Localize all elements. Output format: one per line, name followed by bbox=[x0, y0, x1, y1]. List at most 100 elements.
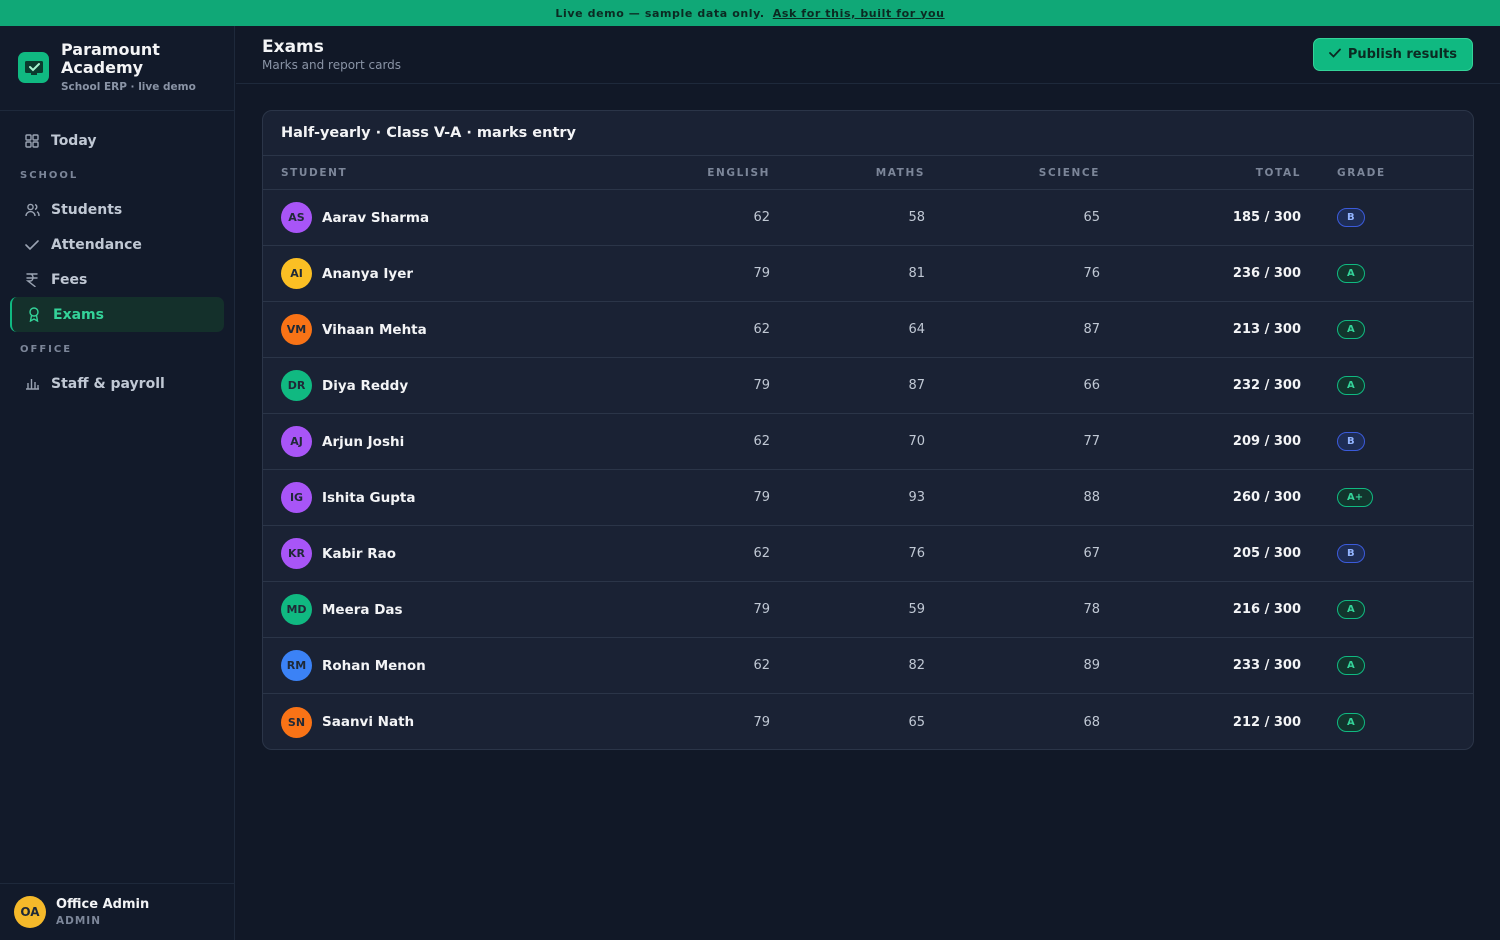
demo-banner: Live demo — sample data only. Ask for th… bbox=[0, 0, 1500, 26]
science-mark[interactable]: 68 bbox=[925, 715, 1100, 730]
student-name: Saanvi Nath bbox=[322, 714, 415, 730]
english-mark[interactable]: 62 bbox=[663, 546, 770, 561]
sidebar-item-label: Attendance bbox=[51, 236, 142, 253]
table-row[interactable]: DR Diya Reddy 79 87 66 232 / 300 A bbox=[263, 358, 1473, 414]
grade-badge: A bbox=[1337, 376, 1365, 395]
table-row[interactable]: KR Kabir Rao 62 76 67 205 / 300 B bbox=[263, 526, 1473, 582]
sidebar-item-attendance[interactable]: Attendance bbox=[10, 227, 224, 262]
sidebar-item-today[interactable]: Today bbox=[10, 123, 224, 158]
check-icon bbox=[1328, 47, 1341, 62]
maths-mark[interactable]: 93 bbox=[770, 490, 925, 505]
total-mark: 260 / 300 bbox=[1232, 490, 1301, 505]
maths-mark[interactable]: 64 bbox=[770, 322, 925, 337]
page-header: Exams Marks and report cards Publish res… bbox=[236, 26, 1500, 84]
maths-mark[interactable]: 87 bbox=[770, 378, 925, 393]
student-name: Meera Das bbox=[322, 601, 403, 618]
total-mark: 209 / 300 bbox=[1232, 434, 1301, 449]
sidebar-item-staff-payroll[interactable]: Staff & payroll bbox=[10, 366, 224, 401]
student-name: Kabir Rao bbox=[322, 545, 396, 562]
student-cell: VM Vihaan Mehta bbox=[263, 314, 663, 345]
maths-mark[interactable]: 82 bbox=[770, 658, 925, 673]
science-mark[interactable]: 88 bbox=[925, 490, 1100, 505]
grade-cell: A bbox=[1301, 600, 1365, 619]
publish-label: Publish results bbox=[1347, 47, 1457, 62]
sidebar-item-label: Fees bbox=[51, 271, 88, 288]
sidebar-item-label: Staff & payroll bbox=[51, 375, 165, 392]
grade-cell: B bbox=[1301, 208, 1365, 227]
science-mark[interactable]: 76 bbox=[925, 266, 1100, 281]
english-mark[interactable]: 79 bbox=[663, 602, 770, 617]
table-header: STUDENT ENGLISH MATHS SCIENCE TOTAL GRAD… bbox=[263, 156, 1473, 190]
science-mark[interactable]: 87 bbox=[925, 322, 1100, 337]
english-mark[interactable]: 62 bbox=[663, 434, 770, 449]
bar-chart-icon bbox=[23, 375, 41, 393]
publish-results-button[interactable]: Publish results bbox=[1312, 38, 1473, 71]
table-row[interactable]: AS Aarav Sharma 62 58 65 185 / 300 B bbox=[263, 190, 1473, 246]
sidebar-item-fees[interactable]: Fees bbox=[10, 262, 224, 297]
student-name: Rohan Menon bbox=[322, 657, 426, 674]
user-profile[interactable]: OA Office Admin ADMIN bbox=[0, 883, 235, 940]
maths-mark[interactable]: 59 bbox=[770, 602, 925, 617]
table-row[interactable]: SN Saanvi Nath 79 65 68 212 / 300 A bbox=[263, 694, 1473, 749]
table-row[interactable]: RM Rohan Menon 62 82 89 233 / 300 A bbox=[263, 638, 1473, 694]
science-mark[interactable]: 65 bbox=[925, 210, 1100, 225]
table-row[interactable]: AI Ananya Iyer 79 81 76 236 / 300 A bbox=[263, 246, 1473, 302]
grade-cell: B bbox=[1301, 432, 1365, 451]
sidebar-item-label: Today bbox=[51, 132, 97, 149]
sidebar-item-label: Students bbox=[51, 201, 123, 218]
user-role: ADMIN bbox=[56, 915, 101, 927]
maths-mark[interactable]: 76 bbox=[770, 546, 925, 561]
table-row[interactable]: MD Meera Das 79 59 78 216 / 300 A bbox=[263, 582, 1473, 638]
main-content: Exams Marks and report cards Publish res… bbox=[236, 26, 1500, 940]
card-title: Half-yearly · Class V-A · marks entry bbox=[263, 111, 1473, 156]
banner-text: Live demo — sample data only. bbox=[555, 6, 765, 20]
column-header-student: STUDENT bbox=[281, 166, 348, 179]
english-mark[interactable]: 79 bbox=[663, 490, 770, 505]
english-mark[interactable]: 62 bbox=[663, 322, 770, 337]
sidebar-item-exams[interactable]: Exams bbox=[10, 297, 224, 332]
marks-card: Half-yearly · Class V-A · marks entry ST… bbox=[262, 110, 1474, 750]
maths-mark[interactable]: 58 bbox=[770, 210, 925, 225]
english-mark[interactable]: 62 bbox=[663, 210, 770, 225]
brand-subtitle: School ERP · live demo bbox=[61, 81, 196, 93]
english-mark[interactable]: 79 bbox=[663, 266, 770, 281]
science-mark[interactable]: 67 bbox=[925, 546, 1100, 561]
grade-badge: B bbox=[1337, 432, 1365, 451]
avatar: AI bbox=[281, 258, 312, 289]
total-mark: 232 / 300 bbox=[1232, 378, 1301, 393]
banner-link[interactable]: Ask for this, built for you bbox=[773, 7, 945, 20]
total-mark: 233 / 300 bbox=[1232, 658, 1301, 673]
maths-mark[interactable]: 81 bbox=[770, 266, 925, 281]
rupee-icon bbox=[23, 271, 41, 289]
student-cell: RM Rohan Menon bbox=[263, 650, 663, 681]
avatar: IG bbox=[281, 482, 312, 513]
table-row[interactable]: VM Vihaan Mehta 62 64 87 213 / 300 A bbox=[263, 302, 1473, 358]
student-name: Vihaan Mehta bbox=[322, 321, 427, 338]
student-cell: DR Diya Reddy bbox=[263, 370, 663, 401]
table-row[interactable]: AJ Arjun Joshi 62 70 77 209 / 300 B bbox=[263, 414, 1473, 470]
maths-mark[interactable]: 70 bbox=[770, 434, 925, 449]
english-mark[interactable]: 62 bbox=[663, 658, 770, 673]
grade-cell: A bbox=[1301, 656, 1365, 675]
total-mark: 216 / 300 bbox=[1232, 602, 1301, 617]
avatar: SN bbox=[281, 706, 312, 738]
science-mark[interactable]: 77 bbox=[925, 434, 1100, 449]
grade-badge: B bbox=[1337, 208, 1365, 227]
student-cell: AJ Arjun Joshi bbox=[263, 426, 663, 457]
grade-badge: A bbox=[1337, 320, 1365, 339]
grade-cell: A bbox=[1301, 320, 1365, 339]
page-subtitle: Marks and report cards bbox=[262, 58, 402, 72]
english-mark[interactable]: 79 bbox=[663, 715, 770, 730]
english-mark[interactable]: 79 bbox=[663, 378, 770, 393]
science-mark[interactable]: 66 bbox=[925, 378, 1100, 393]
student-name: Ananya Iyer bbox=[322, 265, 414, 282]
science-mark[interactable]: 89 bbox=[925, 658, 1100, 673]
student-cell: MD Meera Das bbox=[263, 594, 663, 625]
avatar: DR bbox=[281, 370, 312, 401]
science-mark[interactable]: 78 bbox=[925, 602, 1100, 617]
avatar: AJ bbox=[281, 426, 312, 457]
table-row[interactable]: IG Ishita Gupta 79 93 88 260 / 300 A+ bbox=[263, 470, 1473, 526]
nav-section-school: SCHOOL bbox=[20, 169, 79, 181]
sidebar-item-students[interactable]: Students bbox=[10, 192, 224, 227]
maths-mark[interactable]: 65 bbox=[770, 715, 925, 730]
